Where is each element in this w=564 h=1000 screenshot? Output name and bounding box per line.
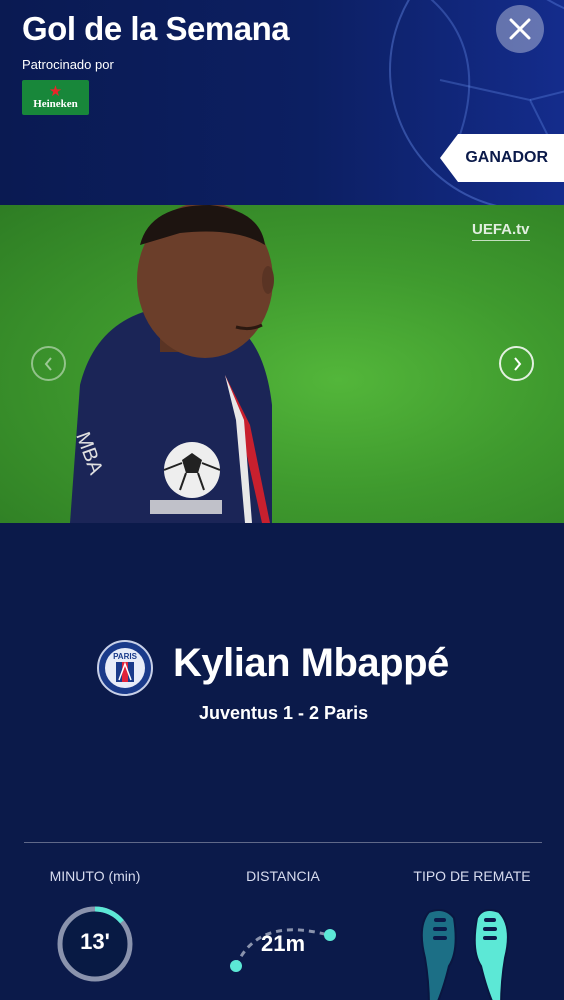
divider — [24, 842, 542, 843]
star-icon: ★ — [48, 83, 63, 100]
badge-text: PARIS — [113, 652, 138, 661]
stat-label-shot-type: TIPO DE REMATE — [413, 868, 531, 884]
chevron-left-icon — [44, 356, 52, 371]
stat-label-minute: MINUTO (min) — [49, 868, 141, 884]
stat-shot-type: TIPO DE REMATE — [387, 868, 557, 1000]
shot-type-feet — [420, 909, 509, 1000]
close-button[interactable] — [496, 5, 544, 53]
left-foot-icon — [420, 909, 457, 1000]
sponsor-label: Patrocinado por — [22, 57, 114, 72]
stat-minute: MINUTO (min) 13' — [10, 868, 180, 982]
player-name: Kylian Mbappé — [173, 641, 449, 685]
distance-start-dot — [230, 960, 242, 972]
sponsor-brand: Heineken — [33, 98, 78, 110]
page-title: Gol de la Semana — [22, 10, 290, 47]
player-image: MBA — [70, 205, 274, 523]
winner-badge: GANADOR — [440, 134, 564, 182]
sponsor-logo: ★ Heineken — [22, 80, 89, 115]
close-icon — [509, 18, 531, 40]
distance-value: 21m — [260, 931, 306, 956]
chevron-right-icon — [513, 356, 521, 371]
psg-badge: PARIS — [97, 640, 153, 696]
match-score: Juventus 1 - 2 Paris — [199, 703, 369, 723]
header: Gol de la Semana Patrocinado por ★ Heine… — [0, 0, 564, 205]
stat-distance: DISTANCIA 21m — [198, 868, 368, 972]
video-player[interactable]: MBA UEFA.tv — [0, 205, 564, 523]
next-button[interactable] — [499, 346, 534, 381]
stat-label-distance: DISTANCIA — [246, 868, 320, 884]
goal-info: PARIS Kylian Mbappé Juventus 1 - 2 Paris… — [0, 523, 564, 1000]
right-foot-icon — [473, 909, 509, 1000]
minute-value: 13' — [80, 929, 110, 954]
uefa-tv-watermark: UEFA.tv — [472, 221, 530, 241]
previous-button[interactable] — [31, 346, 66, 381]
